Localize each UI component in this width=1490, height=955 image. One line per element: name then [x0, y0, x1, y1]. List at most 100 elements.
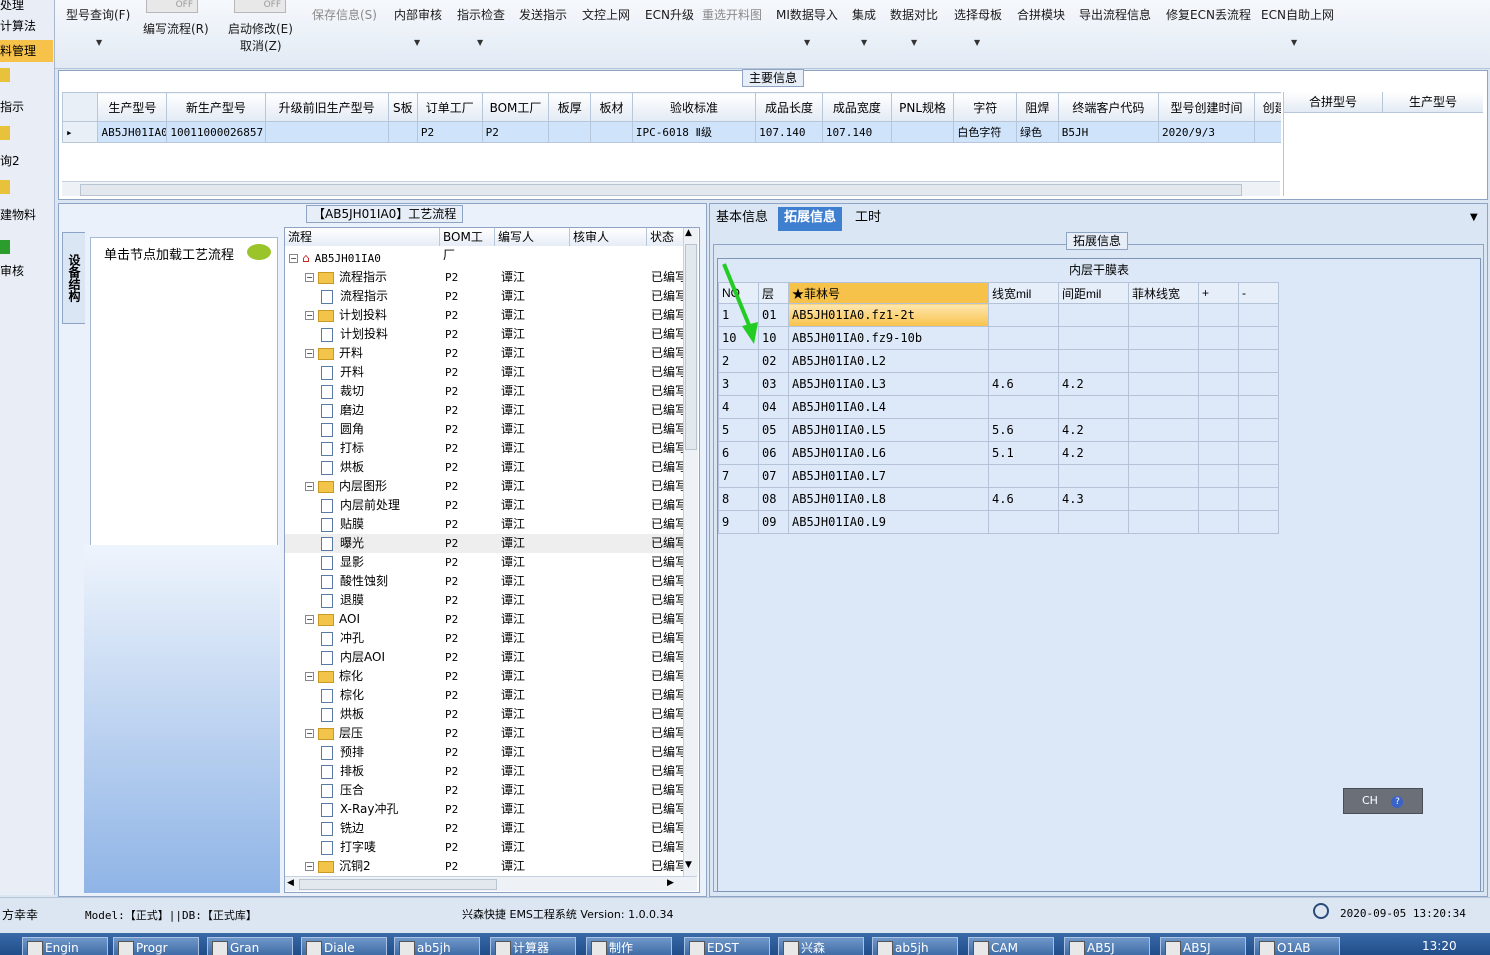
tree-row[interactable]: − 层压 P2 谭江 已编写	[285, 724, 683, 743]
table-cell[interactable]: AB5JH01IA0.L3	[788, 372, 989, 396]
tree-row[interactable]: 排板 P2 谭江 已编写	[285, 762, 683, 781]
table-cell[interactable]: 107.140	[821, 121, 892, 143]
table-cell[interactable]	[1128, 464, 1199, 488]
column-header[interactable]: 合拼型号	[1284, 92, 1383, 113]
tree-node[interactable]: 曝光	[321, 534, 437, 553]
load-process-box[interactable]: 单击节点加载工艺流程	[90, 237, 278, 547]
table-cell[interactable]: 09	[758, 510, 789, 534]
nav-item-4[interactable]: 询2	[0, 152, 53, 170]
tree-row[interactable]: − 开料 P2 谭江 已编写	[285, 344, 683, 363]
tree-row[interactable]: 开料 P2 谭江 已编写	[285, 363, 683, 382]
tree-row[interactable]: 酸性蚀刻 P2 谭江 已编写	[285, 572, 683, 591]
tree-node[interactable]: 排板	[321, 762, 437, 781]
table-cell[interactable]	[1238, 510, 1279, 534]
table-cell[interactable]	[1058, 395, 1129, 419]
table-cell[interactable]	[1128, 326, 1199, 350]
table-cell[interactable]: 5.1	[988, 441, 1059, 465]
table-cell[interactable]	[988, 349, 1059, 373]
table-cell[interactable]	[1058, 464, 1129, 488]
column-header[interactable]: 型号创建时间	[1158, 92, 1256, 122]
chevron-down-icon[interactable]: ▼	[974, 38, 980, 47]
table-cell[interactable]	[1128, 349, 1199, 373]
table-cell[interactable]	[1238, 464, 1279, 488]
tree-node[interactable]: 压合	[321, 781, 437, 800]
table-row[interactable]: 7 07 AB5JH01IA0.L7	[718, 464, 1279, 488]
chevron-down-icon[interactable]: ▼	[477, 38, 483, 47]
ecn-upgrade-button[interactable]: ECN升级	[645, 6, 694, 23]
tree-node[interactable]: X-Ray冲孔	[321, 800, 437, 819]
table-cell[interactable]: 107.140	[755, 121, 823, 143]
nav-item-0[interactable]: 处理	[0, 0, 53, 12]
column-header[interactable]: 间距mil	[1058, 282, 1129, 304]
tree-root[interactable]: − ⌂ AB5JH01IA0	[289, 249, 381, 268]
table-cell[interactable]	[1238, 418, 1279, 442]
taskbar-button[interactable]: Diale	[301, 937, 387, 955]
scroll-left-icon[interactable]: ◀	[287, 878, 294, 888]
taskbar-button[interactable]: Engin	[22, 937, 108, 955]
write-flow-toggle[interactable]: OFF	[146, 0, 198, 13]
table-cell[interactable]	[988, 326, 1059, 350]
table-cell[interactable]	[590, 121, 633, 143]
send-instruction-button[interactable]: 发送指示	[519, 6, 567, 23]
fix-ecn-button[interactable]: 修复ECN丢流程	[1166, 6, 1251, 23]
table-cell[interactable]: 8	[718, 487, 759, 511]
column-header[interactable]: 创建人	[1254, 92, 1281, 122]
column-header[interactable]: 菲林线宽	[1128, 282, 1199, 304]
table-cell[interactable]: 4.6	[988, 372, 1059, 396]
tree-node[interactable]: 烘板	[321, 458, 437, 477]
table-cell[interactable]	[1128, 441, 1199, 465]
model-query-button[interactable]: 型号查询(F)	[66, 6, 130, 23]
save-info-button[interactable]: 保存信息(S)	[312, 6, 377, 23]
tree-column-header[interactable]: BOM工厂	[440, 228, 495, 262]
select-master-button[interactable]: 选择母板	[954, 6, 1002, 23]
table-cell[interactable]: 5	[718, 418, 759, 442]
table-cell[interactable]: 02	[758, 349, 789, 373]
main-info-hscrollbar[interactable]	[62, 181, 1280, 196]
tree-row[interactable]: 打标 P2 谭江 已编写	[285, 439, 683, 458]
tree-row[interactable]: 计划投料 P2 谭江 已编写	[285, 325, 683, 344]
tree-node[interactable]: 冲孔	[321, 629, 437, 648]
table-cell[interactable]: 9	[718, 510, 759, 534]
scroll-down-icon[interactable]: ▼	[685, 860, 692, 870]
tree-node[interactable]: 预排	[321, 743, 437, 762]
tree-node[interactable]: − 棕化	[305, 667, 437, 686]
tree-row[interactable]: − AOI P2 谭江 已编写	[285, 610, 683, 629]
tree-node[interactable]: 圆角	[321, 420, 437, 439]
tree-row[interactable]: 冲孔 P2 谭江 已编写	[285, 629, 683, 648]
tree-row[interactable]: 贴膜 P2 谭江 已编写	[285, 515, 683, 534]
table-cell[interactable]: 4.2	[1058, 418, 1129, 442]
collapse-icon[interactable]: −	[305, 273, 314, 282]
tree-node[interactable]: 酸性蚀刻	[321, 572, 437, 591]
table-row[interactable]: 5 05 AB5JH01IA0.L5 5.6 4.2	[718, 418, 1279, 442]
table-cell[interactable]	[1238, 349, 1279, 373]
tree-node[interactable]: 内层AOI	[321, 648, 437, 667]
column-header[interactable]: 板材	[590, 92, 633, 122]
tree-row[interactable]: 内层前处理 P2 谭江 已编写	[285, 496, 683, 515]
help-icon[interactable]: ?	[1391, 796, 1404, 808]
table-cell[interactable]	[1198, 303, 1239, 327]
tab-extended-info[interactable]: 拓展信息	[778, 207, 843, 231]
integration-button[interactable]: 集成	[852, 6, 876, 23]
chevron-down-icon[interactable]: ▼	[1291, 38, 1297, 47]
scroll-thumb[interactable]	[299, 879, 497, 890]
chevron-down-icon[interactable]: ▼	[911, 38, 917, 47]
table-cell[interactable]	[1198, 326, 1239, 350]
table-cell[interactable]	[1198, 510, 1239, 534]
taskbar-button[interactable]: O1AB	[1254, 937, 1340, 955]
instruction-check-button[interactable]: 指示检查	[457, 6, 505, 23]
tree-node[interactable]: 开料	[321, 363, 437, 382]
table-cell[interactable]: 07	[758, 464, 789, 488]
side-tab-equipment[interactable]: 设备结构	[62, 232, 85, 324]
table-cell[interactable]: AB5JH01IA0.L6	[788, 441, 989, 465]
doc-upload-button[interactable]: 文控上网	[582, 6, 630, 23]
table-cell[interactable]	[988, 303, 1059, 327]
tree-row[interactable]: 裁切 P2 谭江 已编写	[285, 382, 683, 401]
tree-row[interactable]: − 棕化 P2 谭江 已编写	[285, 667, 683, 686]
table-cell[interactable]	[1198, 418, 1239, 442]
tree-node[interactable]: − 内层图形	[305, 477, 437, 496]
column-header[interactable]: 阻焊	[1016, 92, 1059, 122]
table-cell[interactable]: 3	[718, 372, 759, 396]
table-cell[interactable]	[988, 464, 1059, 488]
table-cell[interactable]: 2	[718, 349, 759, 373]
tab-work-hours[interactable]: 工时	[849, 207, 887, 231]
